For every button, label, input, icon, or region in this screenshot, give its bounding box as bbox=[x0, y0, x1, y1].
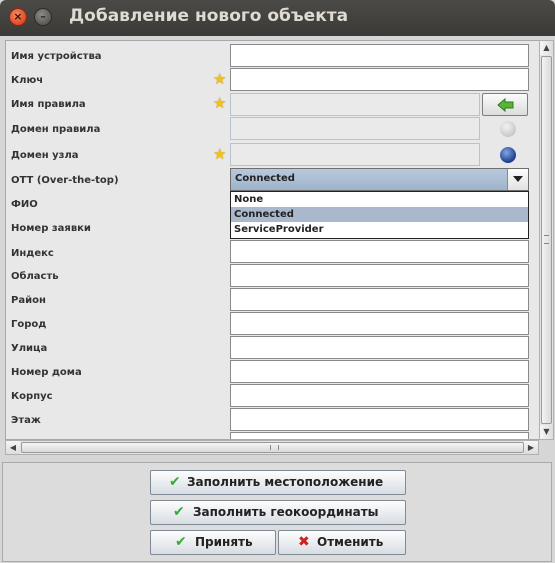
minimize-icon: – bbox=[40, 10, 46, 23]
star-icon: ★ bbox=[213, 70, 227, 88]
postal-code-input[interactable] bbox=[230, 240, 529, 263]
window-close-button[interactable]: × bbox=[9, 8, 27, 26]
red-cross-icon: ✖ bbox=[298, 534, 310, 550]
label-rule-domain: Домен правила bbox=[11, 124, 101, 135]
next-field-input[interactable] bbox=[230, 432, 529, 439]
city-input[interactable] bbox=[230, 312, 529, 335]
label-district: Район bbox=[11, 295, 46, 306]
cancel-button[interactable]: ✖ Отменить bbox=[278, 530, 406, 555]
label-house-number: Номер дома bbox=[11, 367, 82, 378]
star-icon: ★ bbox=[213, 94, 227, 112]
device-name-input[interactable] bbox=[230, 44, 529, 67]
scroll-down-icon[interactable]: ▼ bbox=[540, 425, 553, 439]
form-panel: Имя устройства Ключ ★ Имя правила ★ Доме… bbox=[5, 40, 543, 440]
label-region: Область bbox=[11, 271, 59, 282]
scroll-up-icon[interactable]: ▲ bbox=[540, 41, 553, 55]
window-titlebar: × – Добавление нового объекта bbox=[0, 0, 555, 36]
fill-geocoords-button[interactable]: ✔ Заполнить геокоординаты bbox=[150, 500, 406, 525]
vertical-scrollbar[interactable]: ▲ ▼ bbox=[539, 40, 554, 440]
label-floor: Этаж bbox=[11, 415, 41, 426]
window-title: Добавление нового объекта bbox=[69, 6, 349, 26]
label-full-name: ФИО bbox=[11, 199, 38, 210]
ott-option-connected[interactable]: Connected bbox=[231, 207, 528, 222]
ott-selected-value: Connected bbox=[235, 173, 295, 184]
horizontal-scrollbar[interactable]: ◀ ▶ bbox=[5, 440, 539, 455]
scroll-right-icon[interactable]: ▶ bbox=[524, 441, 538, 454]
street-input[interactable] bbox=[230, 336, 529, 359]
label-request-number: Номер заявки bbox=[11, 223, 91, 234]
accept-button[interactable]: ✔ Принять bbox=[150, 530, 276, 555]
checkmark-icon: ✔ bbox=[175, 534, 187, 550]
rule-name-input bbox=[230, 93, 480, 116]
horizontal-scroll-thumb[interactable] bbox=[21, 442, 524, 453]
combo-dropdown-button[interactable] bbox=[507, 169, 528, 190]
rule-domain-input bbox=[230, 117, 480, 140]
building-input[interactable] bbox=[230, 384, 529, 407]
key-input[interactable] bbox=[230, 68, 529, 91]
window-minimize-button[interactable]: – bbox=[34, 8, 52, 26]
ott-dropdown-list: None Connected ServiceProvider bbox=[230, 191, 529, 239]
vertical-scroll-thumb[interactable] bbox=[541, 56, 552, 424]
checkmark-icon: ✔ bbox=[173, 504, 185, 520]
label-key: Ключ bbox=[11, 75, 44, 86]
globe-disabled-icon bbox=[500, 121, 516, 137]
ott-option-none[interactable]: None bbox=[231, 192, 528, 207]
label-node-domain: Домен узла bbox=[11, 150, 79, 161]
star-icon: ★ bbox=[213, 145, 227, 163]
region-input[interactable] bbox=[230, 264, 529, 287]
green-left-arrow-icon bbox=[497, 98, 514, 112]
button-panel: ✔ Заполнить местоположение ✔ Заполнить г… bbox=[2, 462, 552, 562]
house-number-input[interactable] bbox=[230, 360, 529, 383]
node-domain-input bbox=[230, 143, 480, 166]
scroll-left-icon[interactable]: ◀ bbox=[6, 441, 20, 454]
floor-input[interactable] bbox=[230, 408, 529, 431]
globe-icon[interactable] bbox=[500, 147, 516, 163]
fill-rule-button[interactable] bbox=[482, 93, 528, 116]
checkmark-icon: ✔ bbox=[169, 474, 181, 490]
label-building: Корпус bbox=[11, 391, 53, 402]
label-street: Улица bbox=[11, 343, 48, 354]
chevron-down-icon bbox=[513, 176, 523, 182]
district-input[interactable] bbox=[230, 288, 529, 311]
label-rule-name: Имя правила bbox=[11, 99, 86, 110]
ott-combobox[interactable]: Connected bbox=[230, 168, 529, 191]
close-icon: × bbox=[13, 10, 23, 23]
label-postal-code: Индекс bbox=[11, 248, 54, 259]
label-device-name: Имя устройства bbox=[11, 51, 102, 62]
fill-location-button[interactable]: ✔ Заполнить местоположение bbox=[150, 470, 406, 495]
label-ott: OTT (Over-the-top) bbox=[11, 175, 119, 186]
ott-option-serviceprovider[interactable]: ServiceProvider bbox=[231, 222, 528, 237]
label-city: Город bbox=[11, 319, 47, 330]
